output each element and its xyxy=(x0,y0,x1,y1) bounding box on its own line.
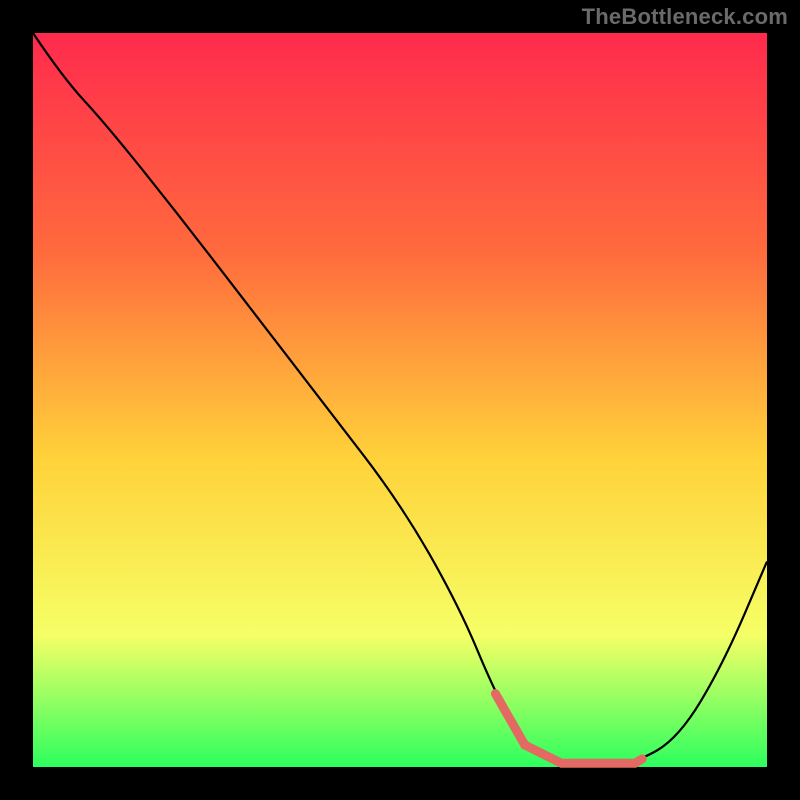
plot-background xyxy=(33,33,767,767)
chart-svg xyxy=(0,0,800,800)
chart-frame: TheBottleneck.com xyxy=(0,0,800,800)
